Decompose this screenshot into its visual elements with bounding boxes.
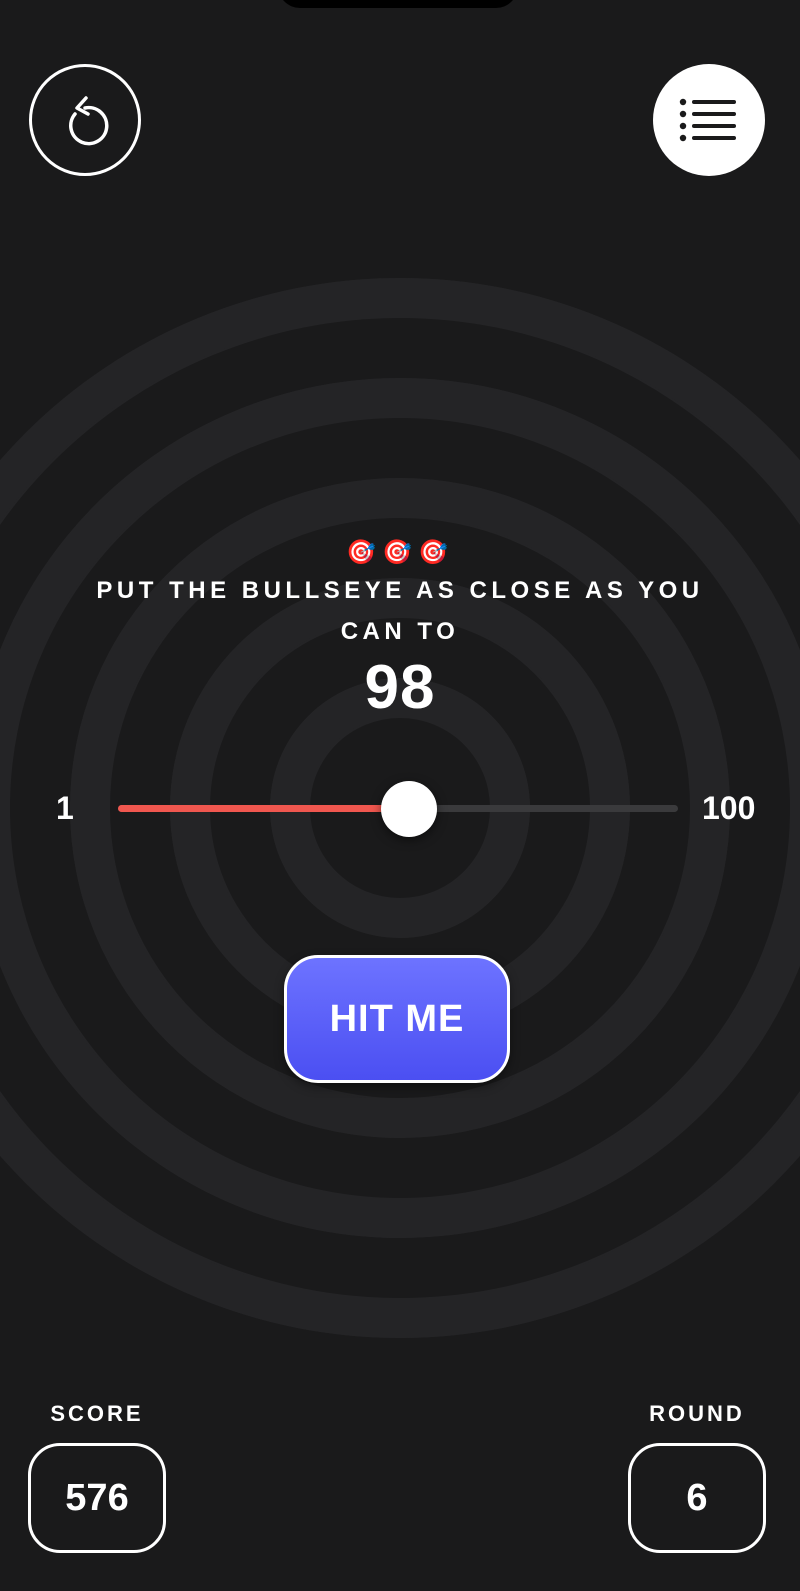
score-label: SCORE [50, 1401, 144, 1426]
round-label: ROUND [649, 1401, 745, 1426]
target-value: 98 [364, 653, 436, 722]
bullseye-emojis: 🎯🎯🎯 [346, 539, 454, 566]
score-value: 576 [28, 1443, 166, 1553]
list-icon [679, 98, 736, 142]
round-value: 6 [628, 1443, 766, 1553]
slider-max-label: 100 [702, 790, 756, 826]
restart-arrow-icon [69, 96, 109, 146]
instruction-text: PUT THE BULLSEYE AS CLOSE AS YOU CAN TO [96, 577, 704, 645]
leaderboard-button[interactable] [653, 64, 765, 176]
slider-thumb[interactable] [381, 781, 437, 837]
device-notch [278, 0, 518, 8]
restart-button[interactable] [29, 64, 141, 176]
hit-me-button[interactable]: HIT ME [284, 955, 510, 1083]
slider-fill [118, 805, 409, 812]
slider-min-label: 1 [56, 790, 74, 826]
game-screen: 🎯🎯🎯 PUT THE BULLSEYE AS CLOSE AS YOU CAN… [0, 0, 800, 1591]
value-slider[interactable] [118, 781, 678, 837]
